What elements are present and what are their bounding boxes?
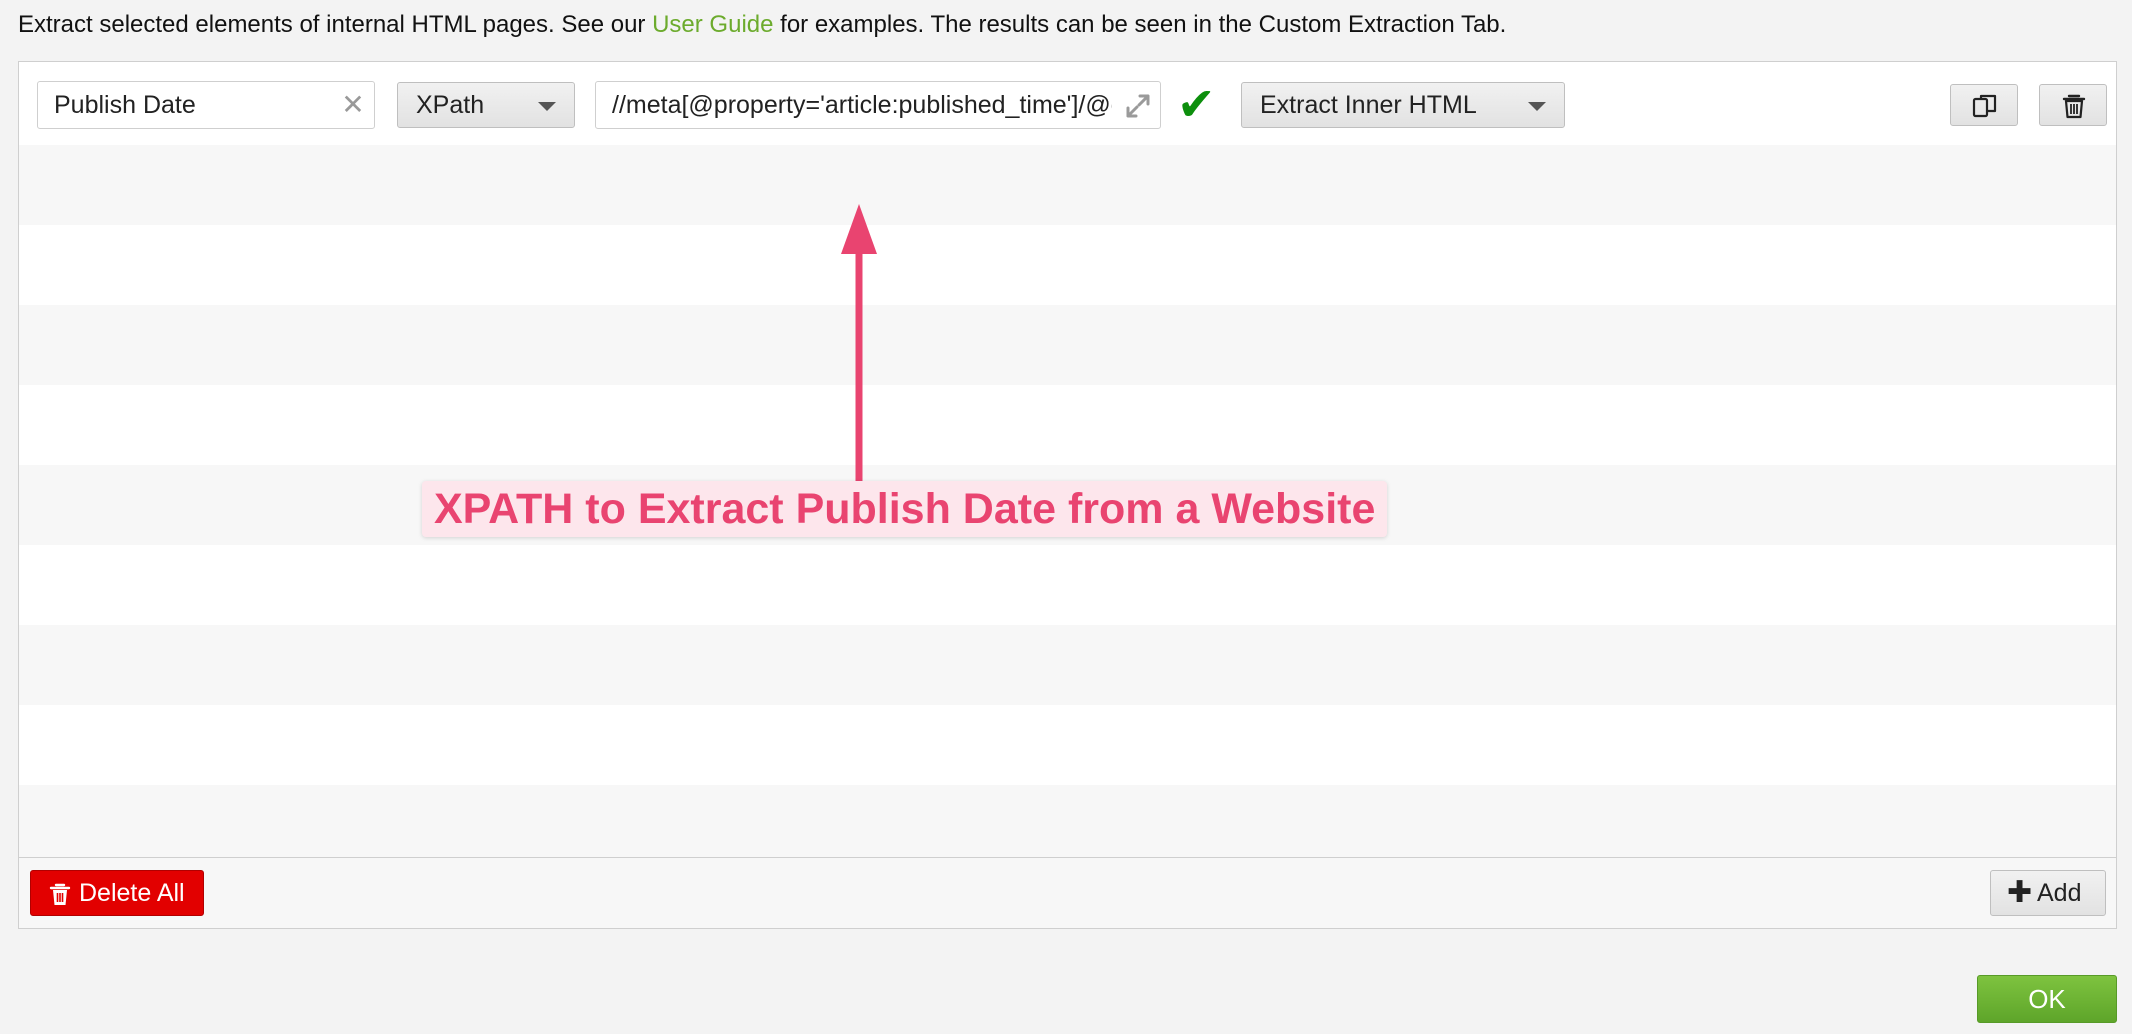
list-row: [19, 145, 2116, 225]
selector-type-dropdown[interactable]: XPath: [397, 82, 575, 128]
trash-icon: [49, 883, 71, 905]
extractor-list: [19, 62, 2116, 860]
clear-icon[interactable]: ✕: [340, 91, 366, 119]
checkmark-icon: ✔: [1177, 78, 1216, 130]
add-label: Add: [2037, 879, 2082, 907]
extraction-panel: ✕ XPath ✔ Extract Inner HTML: [18, 61, 2117, 929]
list-row: [19, 225, 2116, 305]
extractor-name-field: ✕: [37, 81, 375, 129]
add-extractor-button[interactable]: ✚ Add: [1990, 870, 2106, 916]
duplicate-button[interactable]: [1950, 84, 2018, 126]
expand-icon[interactable]: [1124, 92, 1152, 120]
intro-text-after: for examples. The results can be seen in…: [773, 11, 1507, 38]
user-guide-link[interactable]: User Guide: [652, 11, 773, 38]
selector-type-label: XPath: [416, 91, 485, 119]
list-row: [19, 625, 2116, 705]
annotation-callout: XPATH to Extract Publish Date from a Web…: [422, 481, 1388, 537]
list-row: [19, 785, 2116, 860]
chevron-down-icon: [1528, 102, 1546, 111]
intro-text-before: Extract selected elements of internal HT…: [18, 11, 653, 38]
xpath-expression-input[interactable]: [612, 82, 1112, 128]
delete-row-button[interactable]: [2039, 84, 2107, 126]
plus-icon: ✚: [2007, 876, 2033, 909]
trash-icon: [2062, 94, 2086, 119]
annotation-arrow-icon: [841, 204, 877, 508]
list-row: [19, 705, 2116, 785]
extractor-name-input[interactable]: [54, 82, 344, 128]
intro-text: Extract selected elements of internal HT…: [18, 8, 1506, 42]
delete-all-label: Delete All: [79, 879, 185, 907]
ok-button[interactable]: OK: [1977, 975, 2117, 1023]
extractor-row: ✕ XPath ✔ Extract Inner HTML: [19, 62, 2116, 145]
expression-field: [595, 81, 1161, 129]
copy-icon: [1972, 94, 1997, 118]
chevron-down-icon: [538, 102, 556, 111]
extract-mode-dropdown[interactable]: Extract Inner HTML: [1241, 82, 1565, 128]
extract-mode-label: Extract Inner HTML: [1260, 91, 1477, 119]
delete-all-button[interactable]: Delete All: [30, 870, 204, 916]
list-row: [19, 305, 2116, 385]
panel-footer: Delete All ✚ Add: [19, 857, 2116, 928]
list-row: [19, 385, 2116, 465]
list-row: [19, 545, 2116, 625]
